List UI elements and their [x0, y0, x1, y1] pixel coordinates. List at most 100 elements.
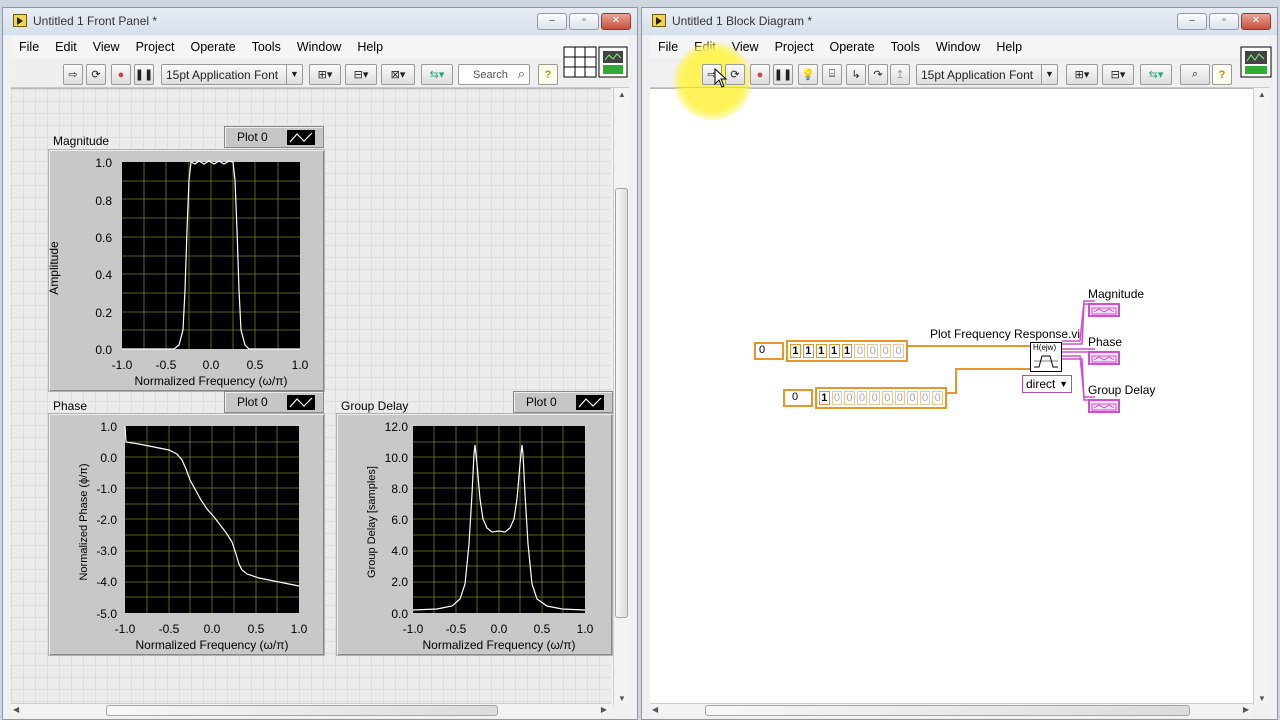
close-button[interactable]: ✕: [1241, 13, 1271, 30]
scroll-left-icon[interactable]: ◀: [652, 705, 658, 714]
distribute-objects-icon[interactable]: ⊟▾: [1102, 64, 1134, 85]
array1-element[interactable]: 1: [802, 344, 814, 358]
group-delay-graph-terminal[interactable]: [1088, 399, 1120, 413]
phase-graph-terminal[interactable]: [1088, 351, 1120, 365]
front-panel-canvas[interactable]: Magnitude Plot 0 Amplitude 1.0 0.8 0.6 0…: [11, 88, 613, 707]
block-diagram-canvas[interactable]: 0 1 1 1 1 1 0 0 0 0 0 1 0 0 0 0 0 0 0 0 …: [650, 88, 1253, 707]
array2-element[interactable]: 0: [907, 391, 918, 405]
magnitude-graph-terminal[interactable]: [1088, 303, 1120, 317]
scroll-down-icon[interactable]: ▼: [1258, 694, 1266, 703]
scroll-left-icon[interactable]: ◀: [13, 705, 19, 714]
menu-tools[interactable]: Tools: [244, 40, 289, 54]
reorder-icon[interactable]: ⇆▾: [421, 64, 453, 85]
scroll-right-icon[interactable]: ▶: [601, 705, 607, 714]
resize-objects-icon[interactable]: ⊠▾: [381, 64, 415, 85]
help-icon[interactable]: ?: [1212, 64, 1232, 85]
group-delay-graph[interactable]: Group Delay [samples] 12.0 10.0 8.0 6.0 …: [336, 413, 613, 656]
front-panel-horizontal-scrollbar[interactable]: ◀ ▶: [11, 703, 611, 717]
phase-graph[interactable]: Normalized Phase (ϕ/π) 1.0 0.0 -1.0 -2.0…: [48, 413, 325, 656]
font-select[interactable]: 15pt Application Font ▼: [916, 64, 1058, 85]
menu-project[interactable]: Project: [767, 40, 822, 54]
block-diagram-horizontal-scrollbar[interactable]: ◀ ▶: [650, 703, 1253, 717]
front-panel-titlebar[interactable]: Untitled 1 Front Panel * – ▫ ✕: [3, 8, 637, 35]
font-select[interactable]: 15pt Application Font ▼: [161, 64, 303, 85]
array1-element[interactable]: 1: [841, 344, 853, 358]
vi-icon[interactable]: [1240, 46, 1272, 78]
array1-index-display[interactable]: 0: [754, 342, 784, 360]
menu-operate[interactable]: Operate: [182, 40, 243, 54]
block-diagram-titlebar[interactable]: Untitled 1 Block Diagram * – ▫ ✕: [642, 8, 1277, 35]
array2-constant[interactable]: 1 0 0 0 0 0 0 0 0 0: [815, 387, 947, 409]
menu-window[interactable]: Window: [928, 40, 988, 54]
menu-view[interactable]: View: [85, 40, 128, 54]
run-continuously-icon[interactable]: ⟳: [725, 64, 745, 85]
array2-element[interactable]: 0: [919, 391, 931, 405]
scroll-down-icon[interactable]: ▼: [618, 694, 626, 703]
menu-file[interactable]: File: [650, 40, 686, 54]
array1-element[interactable]: 0: [880, 344, 892, 358]
menu-file[interactable]: File: [11, 40, 47, 54]
menu-help[interactable]: Help: [349, 40, 391, 54]
phase-plot-legend[interactable]: Plot 0: [224, 391, 324, 413]
maximize-button[interactable]: ▫: [569, 13, 599, 30]
mode-enum-constant[interactable]: direct ▼: [1022, 375, 1072, 393]
pause-icon[interactable]: ❚❚: [773, 64, 793, 85]
align-objects-icon[interactable]: ⊞▾: [1066, 64, 1098, 85]
group-delay-plot-legend[interactable]: Plot 0: [513, 391, 613, 413]
highlight-execution-icon[interactable]: 💡: [798, 64, 818, 85]
array1-element[interactable]: 1: [790, 344, 801, 358]
array2-element[interactable]: 0: [856, 391, 868, 405]
run-arrow-icon[interactable]: ⇨: [63, 64, 83, 85]
array2-element[interactable]: 0: [831, 391, 843, 405]
run-continuously-icon[interactable]: ⟳: [86, 64, 106, 85]
step-out-icon[interactable]: ↥: [890, 64, 910, 85]
array2-element[interactable]: 0: [881, 391, 893, 405]
minimize-button[interactable]: –: [1177, 13, 1207, 30]
abort-icon[interactable]: ●: [750, 64, 770, 85]
scroll-up-icon[interactable]: ▲: [618, 90, 626, 99]
array2-element[interactable]: 0: [869, 391, 880, 405]
step-into-icon[interactable]: ↳: [846, 64, 866, 85]
array1-element[interactable]: 0: [867, 344, 879, 358]
array1-element[interactable]: 1: [828, 344, 840, 358]
retain-wire-values-icon[interactable]: ⌸: [822, 64, 842, 85]
vertical-scroll-thumb[interactable]: [615, 188, 628, 618]
block-diagram-vertical-scrollbar[interactable]: ▲ ▼: [1253, 88, 1269, 705]
array2-element[interactable]: 0: [932, 391, 943, 405]
array1-element[interactable]: 0: [893, 344, 905, 358]
maximize-button[interactable]: ▫: [1209, 13, 1239, 30]
pause-icon[interactable]: ❚❚: [134, 64, 154, 85]
array2-element[interactable]: 0: [844, 391, 855, 405]
array2-element[interactable]: 1: [819, 391, 830, 405]
clean-up-diagram-icon[interactable]: ⌕: [1180, 64, 1210, 85]
menu-operate[interactable]: Operate: [821, 40, 882, 54]
menu-edit[interactable]: Edit: [47, 40, 85, 54]
abort-icon[interactable]: ●: [111, 64, 131, 85]
array1-element[interactable]: 0: [854, 344, 866, 358]
step-over-icon[interactable]: ↷: [868, 64, 888, 85]
front-panel-vertical-scrollbar[interactable]: ▲ ▼: [613, 88, 629, 705]
reorder-icon[interactable]: ⇆▾: [1140, 64, 1172, 85]
menu-window[interactable]: Window: [289, 40, 349, 54]
scroll-right-icon[interactable]: ▶: [1243, 705, 1249, 714]
scroll-up-icon[interactable]: ▲: [1258, 90, 1266, 99]
array2-index-display[interactable]: 0: [783, 389, 813, 407]
minimize-button[interactable]: –: [537, 13, 567, 30]
distribute-objects-icon[interactable]: ⊟▾: [345, 64, 377, 85]
menu-help[interactable]: Help: [988, 40, 1030, 54]
close-button[interactable]: ✕: [601, 13, 631, 30]
menu-tools[interactable]: Tools: [883, 40, 928, 54]
help-icon[interactable]: ?: [538, 64, 558, 85]
magnitude-plot-legend[interactable]: Plot 0: [224, 126, 324, 148]
horizontal-scroll-thumb[interactable]: [705, 705, 1190, 716]
connector-pane-icon[interactable]: [563, 46, 629, 78]
plot-frequency-response-vi[interactable]: H(ejw): [1030, 342, 1062, 372]
menu-project[interactable]: Project: [128, 40, 183, 54]
horizontal-scroll-thumb[interactable]: [106, 705, 498, 716]
align-objects-icon[interactable]: ⊞▾: [309, 64, 341, 85]
array2-element[interactable]: 0: [894, 391, 906, 405]
array1-constant[interactable]: 1 1 1 1 1 0 0 0 0: [786, 340, 908, 362]
magnitude-graph[interactable]: Amplitude 1.0 0.8 0.6 0.4 0.2 0.0 -1.0 -…: [47, 149, 325, 392]
search-input[interactable]: Search ⌕: [458, 64, 530, 85]
array1-element[interactable]: 1: [815, 344, 827, 358]
